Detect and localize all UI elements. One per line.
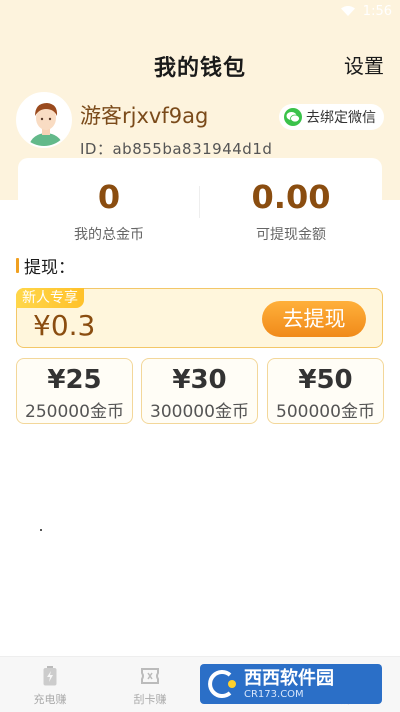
withdraw-option-25[interactable]: ¥25 250000金币: [16, 358, 133, 424]
total-coins-value: 0: [97, 178, 121, 216]
new-user-withdraw-card: 新人专享 ¥0.3 去提现: [16, 288, 383, 348]
page-title: 我的钱包: [153, 56, 246, 81]
withdraw-option-50[interactable]: ¥50 500000金币: [267, 358, 384, 424]
withdrawable-amount-label: 可提现金额: [256, 227, 326, 243]
option-coins: 300000金币: [150, 402, 249, 422]
promo-amount: ¥0.3: [33, 309, 96, 342]
withdrawable-amount-stat: 0.00 可提现金额: [200, 158, 382, 244]
option-coins: 250000金币: [25, 402, 124, 422]
watermark-title: 西西软件园: [244, 667, 334, 689]
withdraw-heading-text: 提现：: [24, 257, 75, 278]
username: 游客rjxvf9ag: [80, 104, 209, 128]
ticket-icon: [100, 665, 200, 687]
wifi-icon: [340, 6, 355, 16]
battery-icon: [0, 665, 100, 687]
option-price: ¥30: [172, 365, 227, 395]
tab-charge-earn[interactable]: 充电赚: [0, 665, 100, 707]
tab-label: 刮卡赚: [133, 693, 167, 706]
balance-card: 0 我的总金币 0.00 可提现金额: [18, 158, 382, 244]
total-coins-stat: 0 我的总金币: [18, 158, 200, 244]
withdraw-button[interactable]: 去提现: [262, 301, 366, 337]
withdrawable-amount-value: 0.00: [251, 178, 331, 216]
watermark-logo-icon: [204, 669, 240, 699]
new-user-tag: 新人专享: [16, 288, 84, 308]
app-header: 我的钱包 设置: [0, 44, 400, 88]
withdraw-section-heading: 提现：: [16, 255, 75, 278]
tab-scratch-earn[interactable]: 刮卡赚: [100, 665, 200, 707]
watermark-subtitle: CR173.COM: [244, 688, 304, 700]
option-price: ¥50: [298, 365, 353, 395]
site-watermark: 西西软件园 CR173.COM: [200, 664, 382, 704]
stray-dot: [40, 529, 42, 531]
withdraw-options: ¥25 250000金币 ¥30 300000金币 ¥50 500000金币: [16, 358, 384, 424]
status-time: 1:56: [362, 3, 392, 19]
avatar[interactable]: [16, 92, 72, 148]
user-id: ID：ab855ba831944d1d: [80, 140, 273, 158]
heading-accent-bar: [16, 257, 19, 273]
option-coins: 500000金币: [276, 402, 375, 422]
option-price: ¥25: [47, 365, 102, 395]
status-bar: 1:56: [0, 0, 400, 22]
tab-label: 充电赚: [33, 693, 67, 706]
bind-wechat-label: 去绑定微信: [306, 110, 376, 126]
settings-button[interactable]: 设置: [344, 50, 384, 79]
bind-wechat-button[interactable]: 去绑定微信: [279, 104, 384, 130]
total-coins-label: 我的总金币: [74, 227, 144, 243]
withdraw-option-30[interactable]: ¥30 300000金币: [141, 358, 258, 424]
wechat-icon: [284, 108, 302, 126]
